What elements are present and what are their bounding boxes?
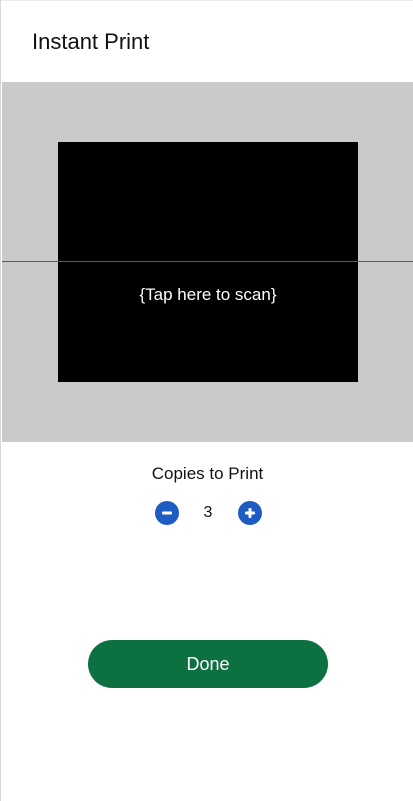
copies-stepper: 3 — [1, 501, 413, 525]
scan-prompt: {Tap here to scan} — [139, 285, 277, 304]
scan-line — [2, 261, 413, 262]
copies-label: Copies to Print — [151, 464, 264, 483]
page-title: Instant Print — [32, 29, 150, 54]
copies-count: 3 — [203, 504, 213, 521]
scan-window[interactable]: {Tap here to scan} — [58, 142, 358, 382]
plus-button[interactable] — [238, 501, 262, 525]
done-button[interactable]: Done — [88, 640, 328, 688]
scan-area: {Tap here to scan} — [2, 82, 413, 442]
plus-icon — [245, 508, 255, 518]
minus-button[interactable] — [155, 501, 179, 525]
instant-print-screen: Instant Print {Tap here to scan} Copies … — [1, 1, 413, 800]
minus-icon — [162, 511, 172, 515]
